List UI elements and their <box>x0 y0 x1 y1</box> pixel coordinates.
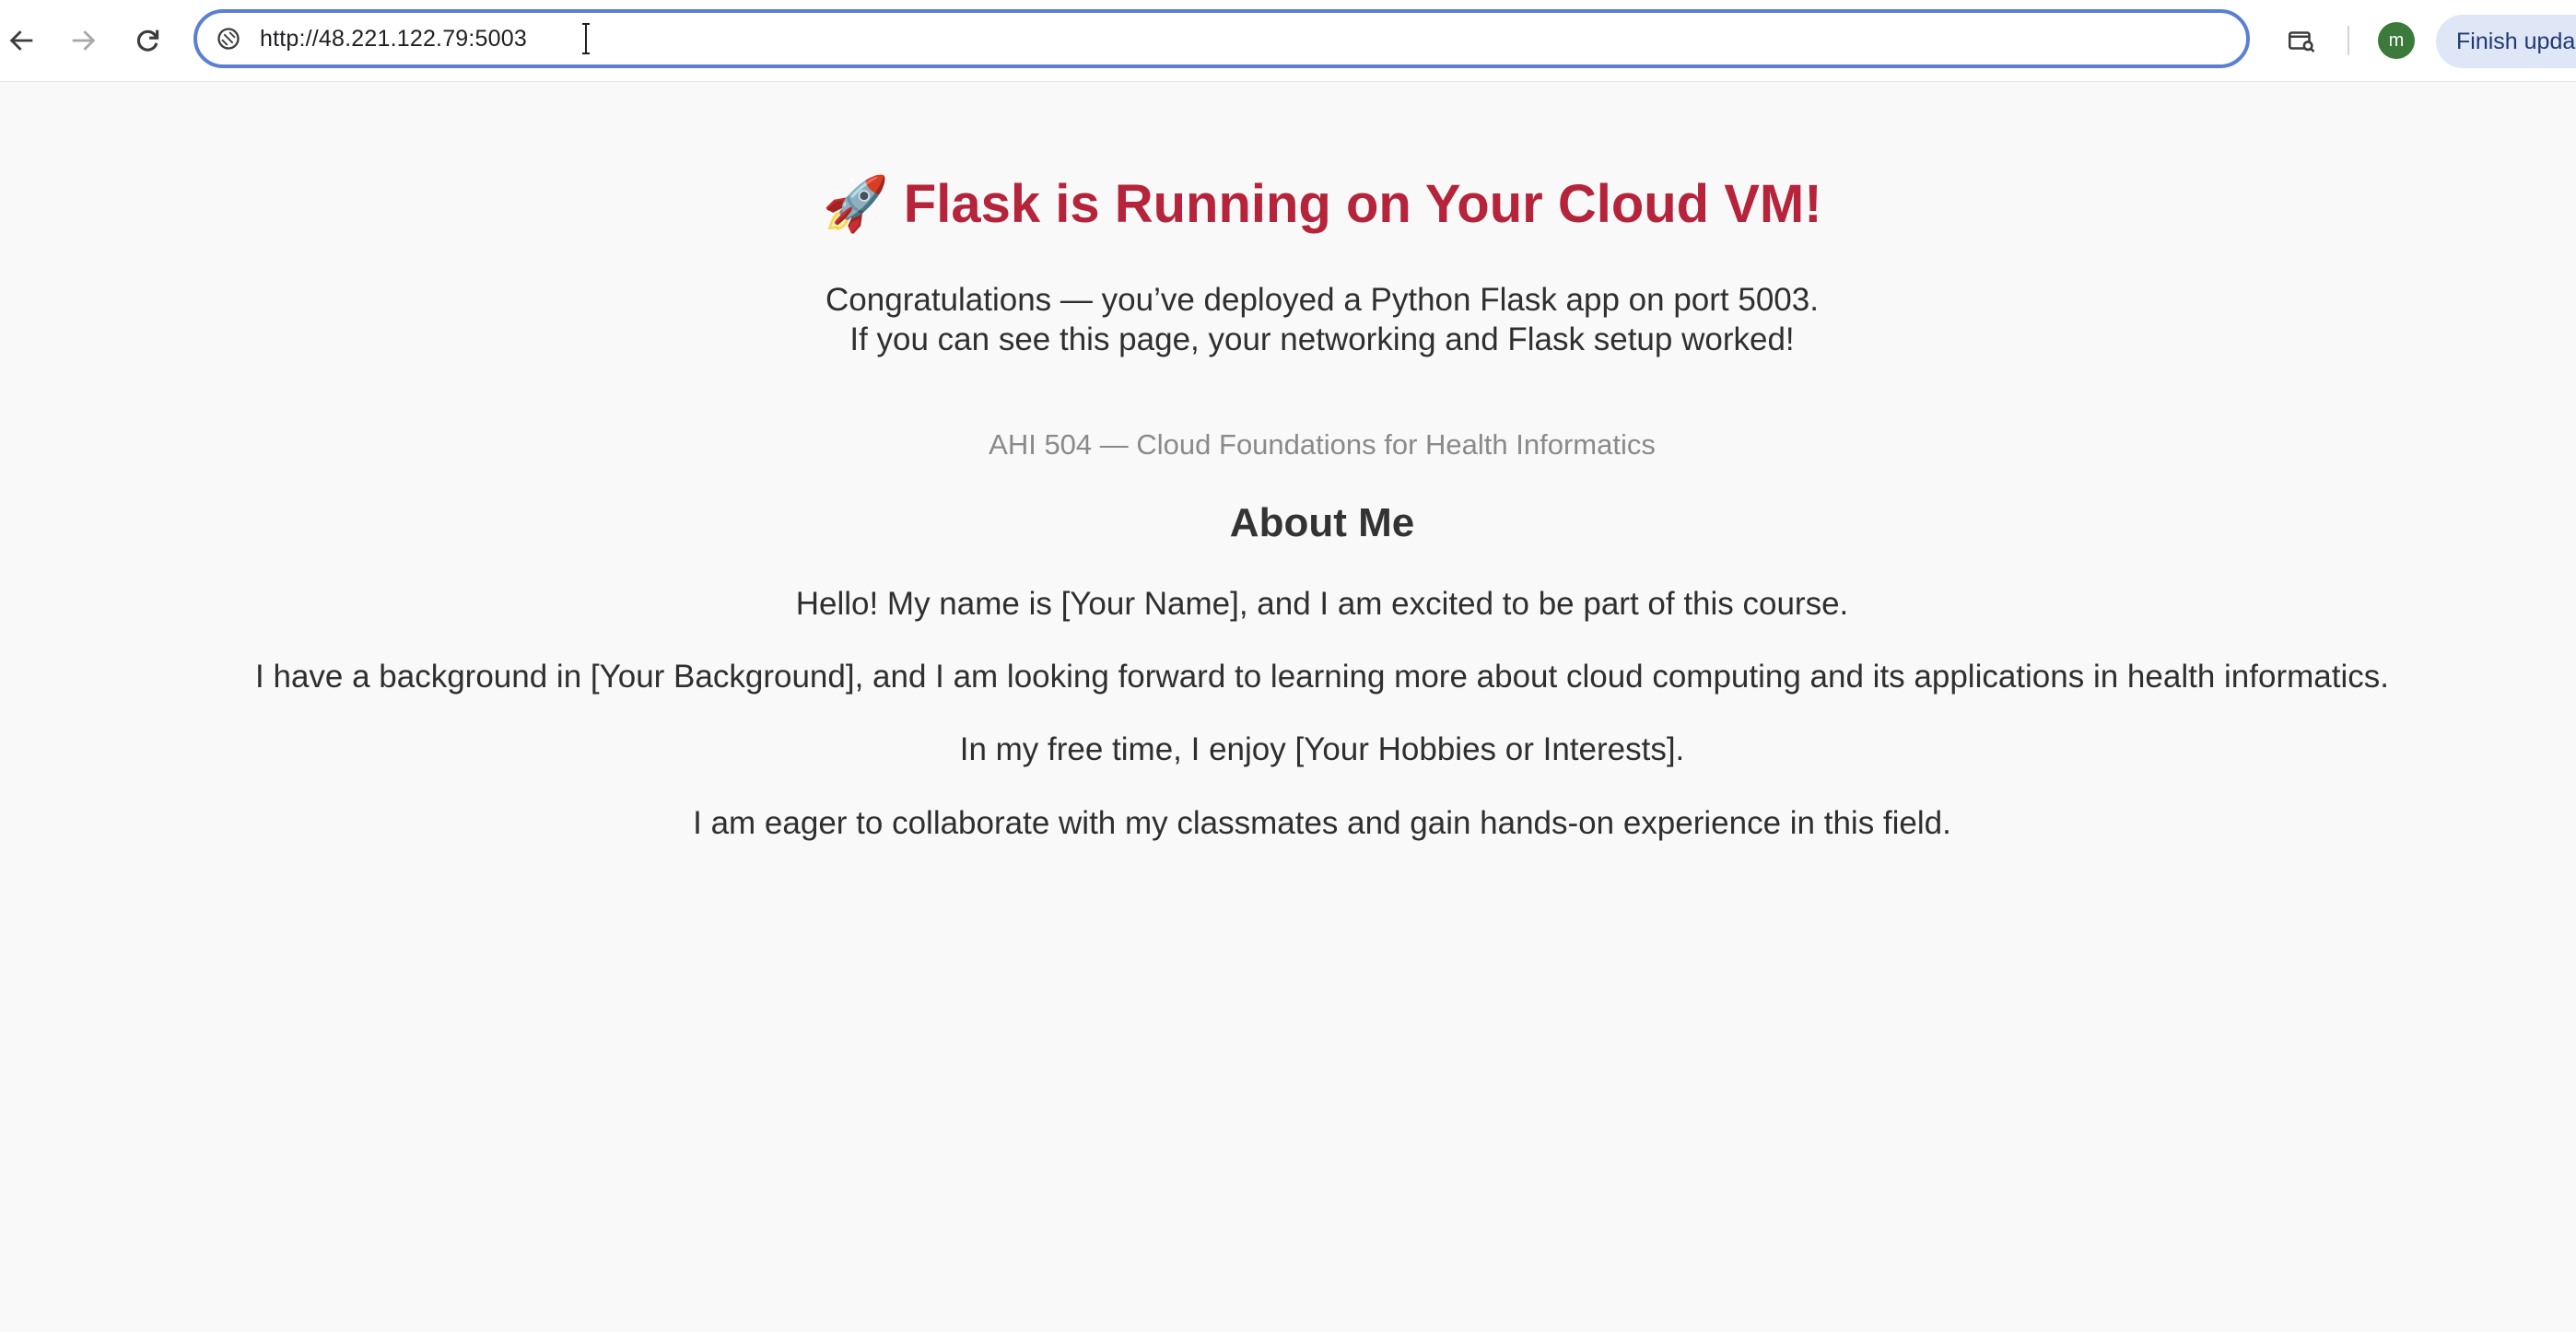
page-title: 🚀 Flask is Running on Your Cloud VM! <box>0 173 2576 236</box>
about-paragraph: Hello! My name is [Your Name], and I am … <box>795 586 1849 622</box>
text-cursor-icon <box>582 23 590 54</box>
back-button[interactable] <box>0 13 50 68</box>
course-subtitle: AHI 504 — Cloud Foundations for Health I… <box>989 428 1656 461</box>
rocket-icon: 🚀 <box>822 174 889 234</box>
forward-button[interactable] <box>55 13 111 68</box>
finish-update-button[interactable]: Finish upda <box>2436 15 2576 68</box>
about-paragraph: I have a background in [Your Background]… <box>255 659 2389 695</box>
tab-search-button[interactable] <box>2274 13 2329 68</box>
url-text[interactable]: http://48.221.122.79:5003 <box>260 26 527 53</box>
about-heading: About Me <box>1229 500 1415 545</box>
intro-line-1: Congratulations — you’ve deployed a Pyth… <box>825 282 1819 318</box>
about-paragraph: In my free time, I enjoy [Your Hobbies o… <box>959 731 1685 767</box>
toolbar-divider <box>2348 26 2349 55</box>
reload-icon <box>136 29 159 52</box>
page-title-text: Flask is Running on Your Cloud VM! <box>903 174 1822 234</box>
site-info-icon[interactable] <box>210 20 247 57</box>
tab-search-icon <box>2288 31 2315 53</box>
browser-toolbar: http://48.221.122.79:5003 m Finish upda <box>0 0 2576 82</box>
about-paragraph: I am eager to collaborate with my classm… <box>693 805 1951 841</box>
arrow-right-icon <box>72 30 96 51</box>
profile-avatar[interactable]: m <box>2378 22 2415 59</box>
reload-button[interactable] <box>120 13 175 68</box>
intro-line-2: If you can see this page, your networkin… <box>849 321 1795 357</box>
address-bar[interactable]: http://48.221.122.79:5003 <box>193 9 2250 68</box>
arrow-left-icon <box>9 30 33 51</box>
